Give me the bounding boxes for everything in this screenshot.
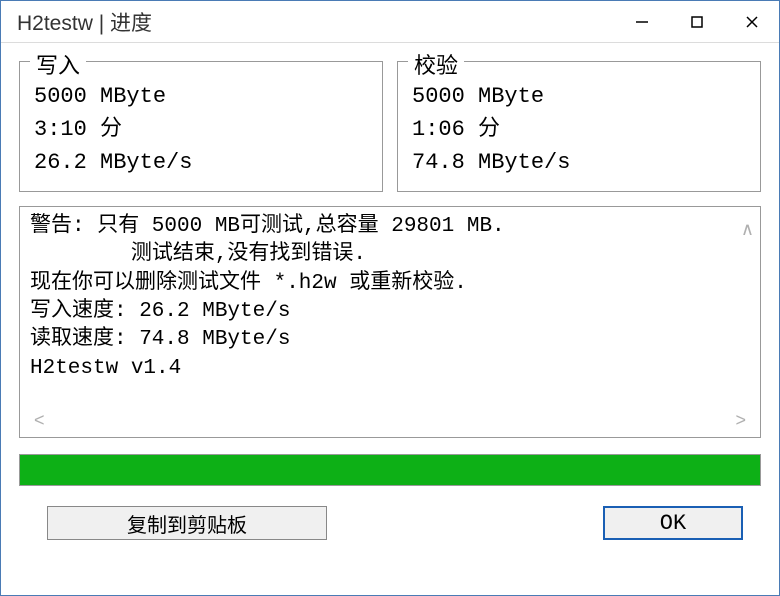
log-line: 现在你可以删除测试文件 *.h2w 或重新校验. xyxy=(30,272,467,295)
verify-legend: 校验 xyxy=(408,48,464,80)
app-window: H2testw | 进度 写入 5000 MByte 3:10 分 26.2 M… xyxy=(0,0,780,596)
log-line: 写入速度: 26.2 MByte/s xyxy=(30,300,290,323)
minimize-button[interactable] xyxy=(614,1,669,42)
titlebar: H2testw | 进度 xyxy=(1,1,779,43)
scroll-left-icon[interactable]: < xyxy=(34,410,45,431)
stats-row: 写入 5000 MByte 3:10 分 26.2 MByte/s 校验 500… xyxy=(19,61,761,192)
scroll-right-icon[interactable]: > xyxy=(735,410,746,431)
verify-size: 5000 MByte xyxy=(412,80,746,113)
log-line: H2testw v1.4 xyxy=(30,357,181,380)
horizontal-scrollbar: < > xyxy=(30,408,750,431)
copy-to-clipboard-button[interactable]: 复制到剪贴板 xyxy=(47,506,327,540)
maximize-button[interactable] xyxy=(669,1,724,42)
content-area: 写入 5000 MByte 3:10 分 26.2 MByte/s 校验 500… xyxy=(1,43,779,595)
log-text[interactable]: 警告: 只有 5000 MB可测试,总容量 29801 MB. 测试结束,没有找… xyxy=(30,213,750,408)
close-button[interactable] xyxy=(724,1,779,42)
progress-bar xyxy=(19,454,761,486)
write-speed: 26.2 MByte/s xyxy=(34,146,368,179)
log-line: 警告: 只有 5000 MB可测试,总容量 29801 MB. xyxy=(30,215,505,238)
verify-time: 1:06 分 xyxy=(412,113,746,146)
window-title: H2testw | 进度 xyxy=(17,7,614,37)
write-legend: 写入 xyxy=(30,48,86,80)
write-size: 5000 MByte xyxy=(34,80,368,113)
log-line: 测试结束,没有找到错误. xyxy=(30,243,366,266)
minimize-icon xyxy=(635,15,649,29)
progress-fill xyxy=(20,455,760,485)
write-time: 3:10 分 xyxy=(34,113,368,146)
log-line: 读取速度: 74.8 MByte/s xyxy=(30,328,290,351)
write-group: 写入 5000 MByte 3:10 分 26.2 MByte/s xyxy=(19,61,383,192)
close-icon xyxy=(745,15,759,29)
button-row: 复制到剪贴板 OK xyxy=(19,506,761,540)
window-controls xyxy=(614,1,779,42)
maximize-icon xyxy=(690,15,704,29)
verify-speed: 74.8 MByte/s xyxy=(412,146,746,179)
ok-button[interactable]: OK xyxy=(603,506,743,540)
scroll-up-icon[interactable]: ∧ xyxy=(741,219,754,240)
log-output: 警告: 只有 5000 MB可测试,总容量 29801 MB. 测试结束,没有找… xyxy=(19,206,761,438)
verify-group: 校验 5000 MByte 1:06 分 74.8 MByte/s xyxy=(397,61,761,192)
